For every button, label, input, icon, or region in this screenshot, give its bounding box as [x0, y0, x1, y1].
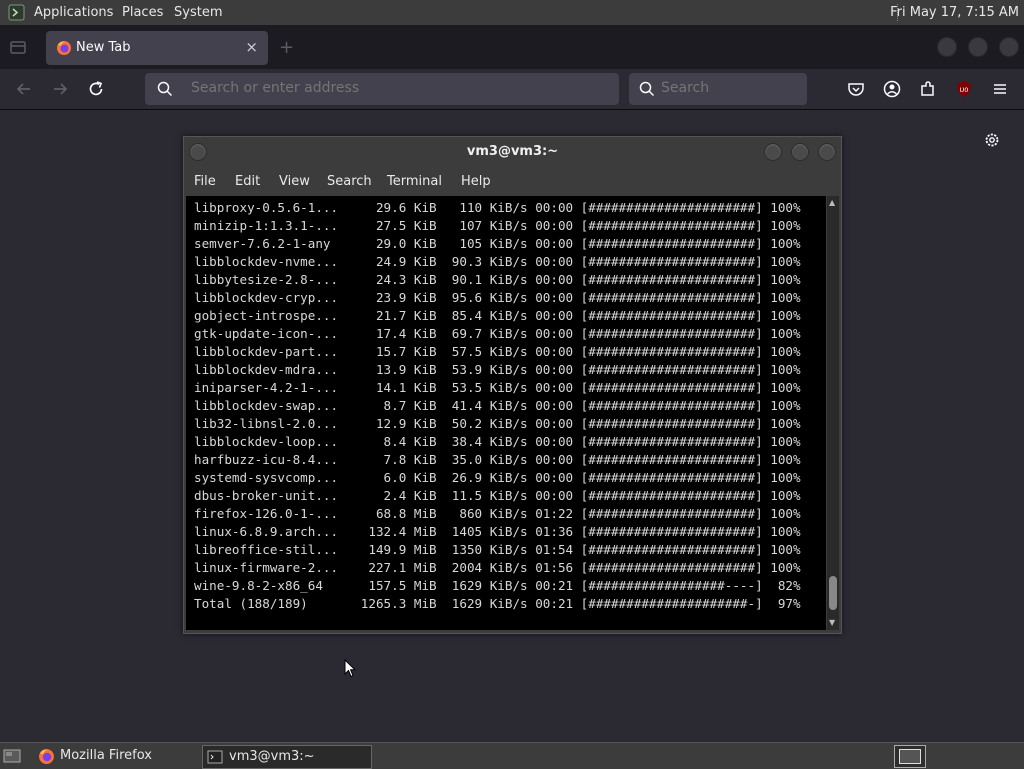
address-input[interactable]: [189, 79, 593, 97]
forward-icon[interactable]: [50, 79, 70, 99]
places-menu[interactable]: Places: [122, 5, 163, 20]
firefox-view-icon[interactable]: [8, 37, 28, 57]
terminal-line: gobject-introspe... 21.7 KiB 85.4 KiB/s …: [194, 308, 801, 323]
terminal-title: vm3@vm3:~: [466, 144, 559, 159]
scroll-down-icon[interactable]: ▼: [829, 618, 835, 627]
scrollbar-thumb[interactable]: [829, 576, 837, 610]
system-menu[interactable]: System: [174, 5, 222, 20]
terminal-line: Total (188/189) 1265.3 MiB 1629 KiB/s 00…: [194, 596, 801, 611]
reload-icon[interactable]: [86, 79, 106, 99]
menu-view[interactable]: View: [279, 174, 310, 189]
menu-search[interactable]: Search: [327, 174, 372, 189]
firefox-icon: [57, 41, 71, 55]
terminal-line: lib32-libnsl-2.0... 12.9 KiB 50.2 KiB/s …: [194, 416, 801, 431]
scroll-up-icon[interactable]: ▲: [829, 198, 835, 207]
terminal-line: libblockdev-nvme... 24.9 KiB 90.3 KiB/s …: [194, 254, 801, 269]
firefox-icon: [39, 749, 54, 764]
workspace-1[interactable]: [899, 749, 921, 764]
gear-icon[interactable]: [983, 131, 1001, 149]
terminal-maximize-button[interactable]: [791, 143, 809, 161]
terminal-line: firefox-126.0-1-... 68.8 MiB 860 KiB/s 0…: [194, 506, 801, 521]
extensions-icon[interactable]: [918, 79, 938, 99]
taskbar-label: vm3@vm3:~: [229, 749, 315, 764]
terminal-minimize-button[interactable]: [764, 143, 782, 161]
terminal-output: libproxy-0.5.6-1... 29.6 KiB 110 KiB/s 0…: [194, 199, 801, 613]
applications-menu[interactable]: Applications: [34, 5, 113, 20]
terminal-line: dbus-broker-unit... 2.4 KiB 11.5 KiB/s 0…: [194, 488, 801, 503]
terminal-line: libblockdev-cryp... 23.9 KiB 95.6 KiB/s …: [194, 290, 801, 305]
terminal-line: linux-firmware-2... 227.1 MiB 2004 KiB/s…: [194, 560, 801, 575]
terminal-window: vm3@vm3:~ File Edit View Search Terminal…: [183, 136, 842, 634]
minimize-button[interactable]: [937, 37, 957, 57]
terminal-scrollbar[interactable]: ▲ ▼: [827, 196, 839, 630]
terminal-screen[interactable]: libproxy-0.5.6-1... 29.6 KiB 110 KiB/s 0…: [186, 196, 826, 630]
show-desktop-icon[interactable]: [3, 747, 21, 765]
top-panel: Applications Places System Fri May 17, 7…: [0, 0, 1024, 25]
search-input[interactable]: [659, 79, 803, 97]
pocket-icon[interactable]: [846, 79, 866, 99]
tab-label: New Tab: [76, 40, 131, 55]
terminal-line: libproxy-0.5.6-1... 29.6 KiB 110 KiB/s 0…: [194, 200, 801, 215]
terminal-titlebar[interactable]: vm3@vm3:~: [184, 137, 841, 167]
ublock-origin-icon[interactable]: U0: [954, 79, 974, 99]
terminal-line: libblockdev-part... 15.7 KiB 57.5 KiB/s …: [194, 344, 801, 359]
terminal-line: libreoffice-stil... 149.9 MiB 1350 KiB/s…: [194, 542, 801, 557]
terminal-line: libbytesize-2.8-... 24.3 KiB 90.1 KiB/s …: [194, 272, 801, 287]
taskbar-label: Mozilla Firefox: [60, 748, 152, 763]
search-bar[interactable]: [629, 73, 807, 105]
terminal-line: linux-6.8.9.arch... 132.4 MiB 1405 KiB/s…: [194, 524, 801, 539]
terminal-menubar: File Edit View Search Terminal Help: [184, 167, 841, 195]
terminal-line: gtk-update-icon-... 17.4 KiB 69.7 KiB/s …: [194, 326, 801, 341]
search-icon: [639, 81, 655, 97]
menu-file[interactable]: File: [194, 174, 216, 189]
terminal-line: wine-9.8-2-x86_64 157.5 MiB 1629 KiB/s 0…: [194, 578, 801, 593]
terminal-close-button[interactable]: [818, 143, 836, 161]
terminal-line: libblockdev-mdra... 13.9 KiB 53.9 KiB/s …: [194, 362, 801, 377]
ublock-badge: U0: [960, 86, 969, 94]
tab-strip: New Tab × +: [0, 25, 1024, 69]
account-icon[interactable]: [882, 79, 902, 99]
maximize-button[interactable]: [968, 37, 988, 57]
menu-help[interactable]: Help: [461, 174, 491, 189]
clock[interactable]: Fri May 17, 7:15 AM: [890, 5, 1019, 20]
terminal-line: systemd-sysvcomp... 6.0 KiB 26.9 KiB/s 0…: [194, 470, 801, 485]
new-tab-button[interactable]: +: [279, 37, 294, 58]
bottom-panel: Mozilla Firefox vm3@vm3:~: [0, 742, 1024, 769]
applications-icon[interactable]: [8, 4, 25, 21]
mouse-cursor-icon: [344, 659, 356, 678]
taskbar-item-firefox[interactable]: Mozilla Firefox: [34, 745, 194, 767]
taskbar-item-terminal[interactable]: vm3@vm3:~: [202, 745, 372, 769]
terminal-icon: [207, 750, 223, 764]
tab-new-tab[interactable]: New Tab ×: [46, 31, 268, 65]
workspace-switcher[interactable]: [894, 745, 926, 768]
menu-terminal[interactable]: Terminal: [387, 174, 442, 189]
terminal-line: libblockdev-swap... 8.7 KiB 41.4 KiB/s 0…: [194, 398, 801, 413]
terminal-line: libblockdev-loop... 8.4 KiB 38.4 KiB/s 0…: [194, 434, 801, 449]
back-icon[interactable]: [14, 79, 34, 99]
terminal-line: minizip-1:1.3.1-... 27.5 KiB 107 KiB/s 0…: [194, 218, 801, 233]
terminal-line: semver-7.6.2-1-any 29.0 KiB 105 KiB/s 00…: [194, 236, 801, 251]
terminal-line: iniparser-4.2-1-... 14.1 KiB 53.5 KiB/s …: [194, 380, 801, 395]
tab-close-icon[interactable]: ×: [245, 38, 258, 56]
hamburger-menu-icon[interactable]: [990, 79, 1010, 99]
menu-edit[interactable]: Edit: [235, 174, 260, 189]
terminal-line: harfbuzz-icu-8.4... 7.8 KiB 35.0 KiB/s 0…: [194, 452, 801, 467]
navigation-toolbar: U0: [0, 69, 1024, 110]
search-icon: [157, 81, 173, 97]
close-window-button[interactable]: [999, 37, 1019, 57]
address-bar[interactable]: [145, 73, 619, 105]
